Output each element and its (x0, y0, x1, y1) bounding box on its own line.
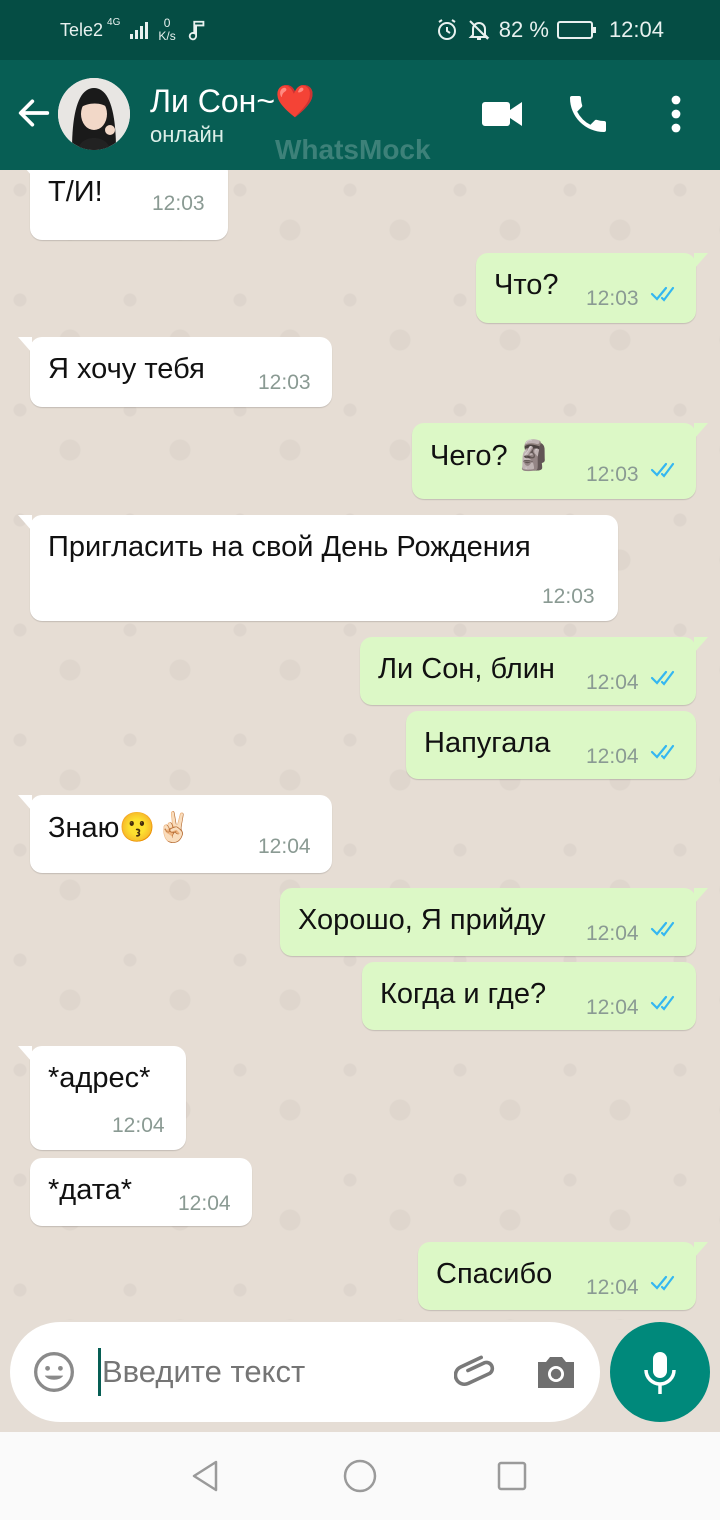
message-incoming[interactable]: *дата* 12:04 (30, 1158, 252, 1226)
message-text: Хорошо, Я прийду (298, 904, 546, 936)
status-bar-left: Tele2 4G 0 K/s (60, 0, 208, 60)
message-text: *адрес* (48, 1062, 151, 1094)
watermark: WhatsMock (275, 134, 431, 165)
contact-name[interactable]: Ли Сон~❤️ (150, 82, 315, 120)
message-text: Чего? 🗿 (430, 440, 552, 472)
square-recent-icon[interactable] (492, 1456, 532, 1496)
more-vertical-icon[interactable] (652, 90, 700, 138)
data-speed-unit: K/s (158, 29, 176, 43)
chat-area[interactable]: Т/И! 12:03 Что? 12:03 Я хочу тебя 12:03 … (0, 170, 720, 1320)
read-ticks-icon (650, 921, 675, 937)
status-bar-right: 82 % 12:04 (435, 0, 664, 60)
message-time: 12:03 (586, 463, 639, 486)
message-outgoing[interactable]: Ли Сон, блин 12:04 (360, 637, 708, 705)
message-time: 12:03 (258, 371, 311, 394)
read-ticks-icon (650, 995, 675, 1011)
message-composer (10, 1322, 600, 1422)
battery-icon (556, 21, 596, 39)
camera-icon[interactable] (532, 1348, 580, 1396)
message-incoming[interactable]: Т/И! 12:03 (18, 170, 228, 240)
carrier-name: Tele2 (60, 19, 104, 40)
message-text: Спасибо (436, 1258, 553, 1290)
message-time: 12:03 (586, 287, 639, 310)
message-outgoing[interactable]: Когда и где? 12:04 (362, 962, 696, 1030)
read-ticks-icon (650, 462, 675, 478)
contact-status: онлайн (150, 122, 224, 147)
video-camera-icon[interactable] (478, 90, 526, 138)
message-time: 12:04 (586, 1276, 639, 1299)
message-text: Пригласить на свой День Рождения (48, 531, 531, 563)
notifications-off-icon (468, 20, 490, 40)
read-ticks-icon (650, 744, 675, 760)
paperclip-icon[interactable] (454, 1348, 502, 1396)
message-text: Т/И! (48, 176, 103, 208)
message-outgoing[interactable]: Напугала 12:04 (406, 711, 696, 779)
message-outgoing[interactable]: Хорошо, Я прийду 12:04 (280, 888, 708, 956)
message-text: Когда и где? (380, 978, 547, 1010)
data-speed-value: 0 (163, 16, 171, 30)
message-input[interactable] (102, 1354, 442, 1390)
network-type: 4G (107, 16, 121, 28)
chat-header: Ли Сон~❤️ онлайн WhatsMock (0, 60, 720, 170)
message-outgoing[interactable]: Спасибо 12:04 (418, 1242, 708, 1310)
message-outgoing[interactable]: Что? 12:03 (476, 253, 708, 323)
message-incoming[interactable]: Пригласить на свой День Рождения 12:03 (18, 515, 618, 621)
message-time: 12:04 (586, 745, 639, 768)
avatar-image (58, 78, 130, 150)
message-text: Я хочу тебя (48, 353, 205, 385)
music-note-icon (188, 20, 205, 41)
message-time: 12:03 (152, 192, 205, 215)
message-text: Знаю😗✌🏻 (48, 812, 192, 844)
text-cursor (98, 1348, 101, 1396)
message-text: *дата* (48, 1174, 133, 1206)
read-ticks-icon (650, 670, 675, 686)
message-incoming[interactable]: *адрес* 12:04 (18, 1046, 186, 1150)
arrow-left-icon[interactable] (14, 93, 54, 133)
signal-icon (130, 21, 149, 39)
message-time: 12:04 (586, 671, 639, 694)
message-time: 12:04 (586, 922, 639, 945)
phone-icon[interactable] (564, 90, 612, 138)
status-time: 12:04 (608, 17, 664, 42)
message-incoming[interactable]: Я хочу тебя 12:03 (18, 337, 332, 407)
message-time: 12:04 (178, 1192, 231, 1215)
message-time: 12:04 (112, 1114, 165, 1137)
smiley-icon[interactable] (32, 1350, 76, 1394)
battery-percent: 82 % (498, 17, 549, 42)
status-bar: Tele2 4G 0 K/s 82 % 12:04 (0, 0, 720, 60)
avatar[interactable] (58, 78, 130, 150)
alarm-icon (437, 19, 456, 40)
message-time: 12:04 (258, 835, 311, 858)
triangle-back-icon[interactable] (186, 1456, 226, 1496)
message-time: 12:03 (542, 585, 595, 608)
circle-home-icon[interactable] (340, 1456, 380, 1496)
system-nav-bar (0, 1432, 720, 1520)
read-ticks-icon (650, 286, 675, 302)
message-text: Напугала (424, 727, 551, 759)
microphone-button[interactable] (610, 1322, 710, 1422)
message-text: Ли Сон, блин (378, 653, 555, 685)
message-incoming[interactable]: Знаю😗✌🏻 12:04 (18, 795, 332, 873)
read-ticks-icon (650, 1275, 675, 1291)
message-time: 12:04 (586, 996, 639, 1019)
message-text: Что? (494, 269, 559, 301)
data-speed: 0 K/s (158, 17, 175, 43)
microphone-icon (644, 1352, 676, 1394)
message-outgoing[interactable]: Чего? 🗿 12:03 (412, 423, 708, 499)
